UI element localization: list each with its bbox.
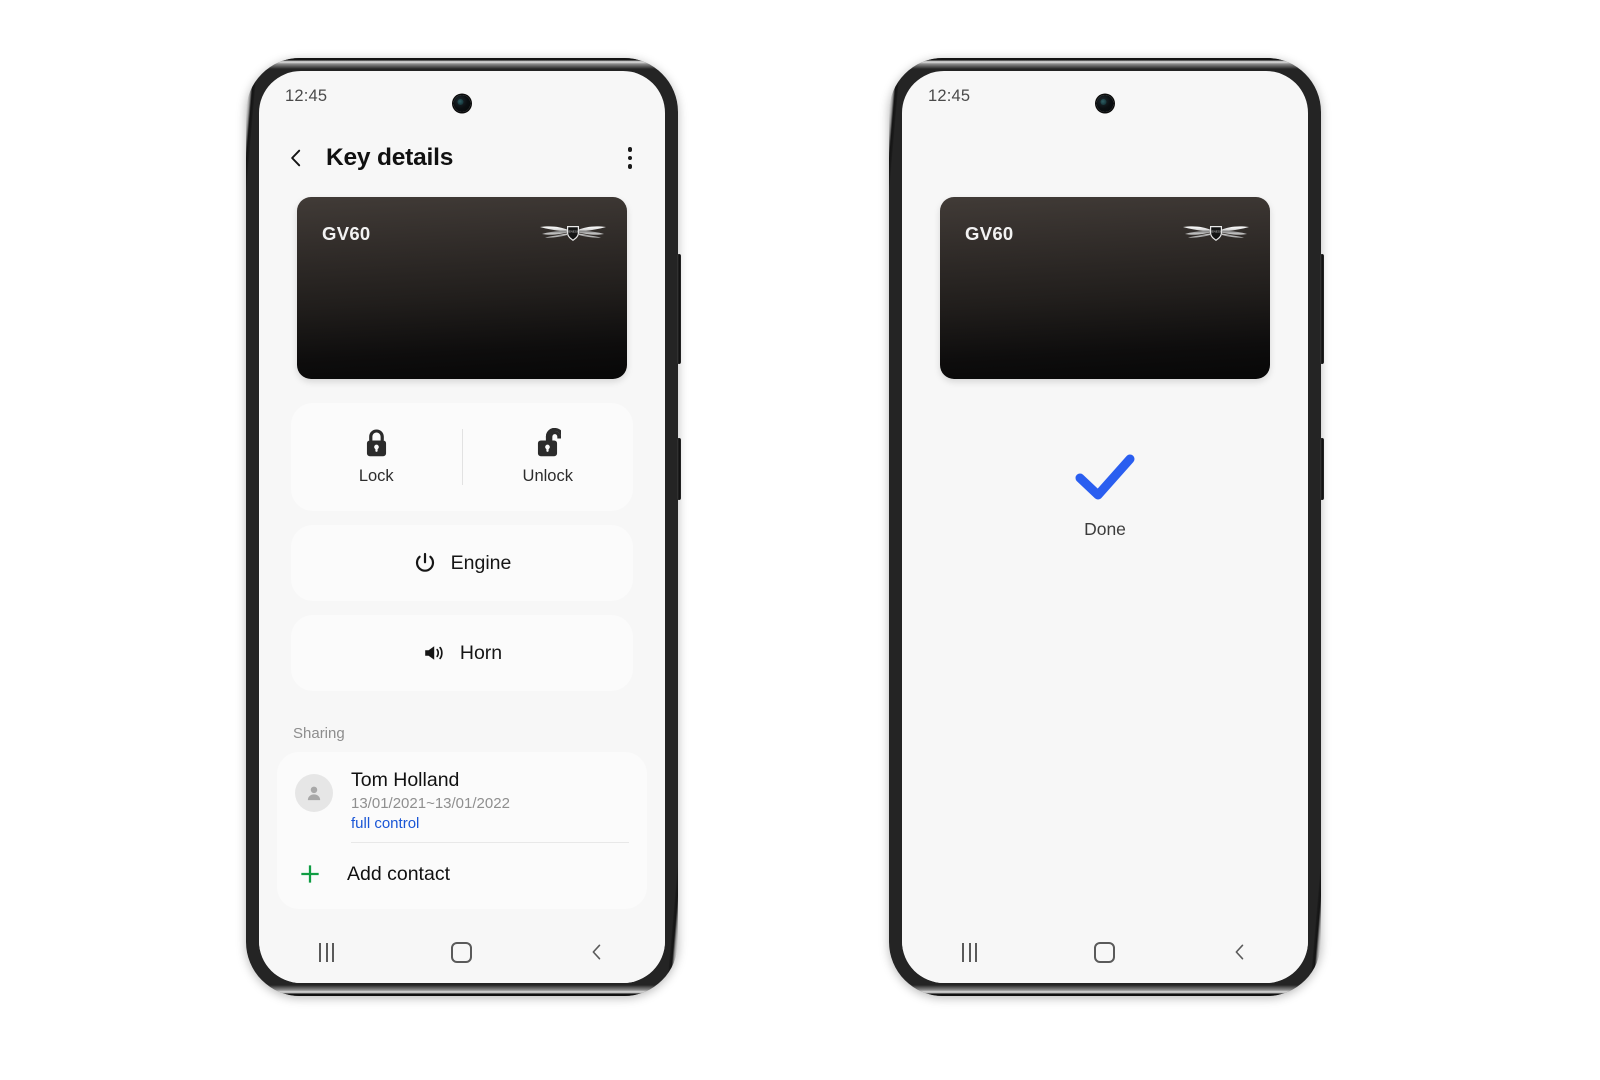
app-bar: Key details xyxy=(259,125,665,191)
front-camera-icon xyxy=(453,95,471,112)
unlock-button-label: Unlock xyxy=(522,467,573,485)
vehicle-key-card[interactable]: GV60 GENESIS xyxy=(297,197,627,379)
checkmark-icon xyxy=(1074,451,1136,503)
key-card-container: GV60 GENESIS xyxy=(259,191,665,379)
home-icon[interactable] xyxy=(427,930,497,974)
key-card-container: GV60 GENESIS xyxy=(902,191,1308,379)
lock-button[interactable]: Lock xyxy=(291,428,462,486)
front-camera-icon xyxy=(1096,95,1114,112)
engine-button[interactable]: Engine xyxy=(291,525,633,601)
app-bar-spacer xyxy=(902,125,1308,191)
more-vertical-icon[interactable] xyxy=(617,145,643,171)
volume-button-right-phone[interactable] xyxy=(1320,254,1324,364)
status-bar: 12:45 xyxy=(902,71,1308,125)
system-navigation-bar xyxy=(902,921,1308,983)
vehicle-key-card[interactable]: GV60 GENESIS xyxy=(940,197,1270,379)
vehicle-name: GV60 xyxy=(965,223,1014,244)
power-icon xyxy=(415,552,434,572)
lock-closed-icon xyxy=(366,429,386,457)
lock-open-icon xyxy=(538,428,562,457)
avatar xyxy=(295,774,333,812)
phone-device-right: 12:45 GV60 GENESIS Done xyxy=(889,58,1324,996)
status-bar: 12:45 xyxy=(259,71,665,125)
power-button-right-phone[interactable] xyxy=(1320,438,1324,500)
add-contact-button[interactable]: Add contact xyxy=(277,843,647,909)
horn-button[interactable]: Horn xyxy=(291,615,633,691)
screen-done: 12:45 GV60 GENESIS Done xyxy=(902,71,1308,983)
engine-button-label: Engine xyxy=(450,551,512,574)
system-navigation-bar xyxy=(259,921,665,983)
genesis-wings-emblem: GENESIS xyxy=(537,219,609,245)
result-label: Done xyxy=(1084,519,1126,539)
unlock-button[interactable]: Unlock xyxy=(463,428,634,486)
list-item[interactable]: Tom Holland 13/01/2021~13/01/2022 full c… xyxy=(277,752,647,844)
sharing-section-heading: Sharing xyxy=(293,725,345,742)
add-contact-label: Add contact xyxy=(347,862,450,885)
svg-text:GENESIS: GENESIS xyxy=(1209,230,1222,234)
contact-date-range: 13/01/2021~13/01/2022 xyxy=(351,795,510,813)
person-avatar-icon xyxy=(307,786,321,801)
svg-text:GENESIS: GENESIS xyxy=(566,230,579,234)
back-chevron-icon[interactable] xyxy=(1205,930,1275,974)
contact-permission-link[interactable]: full control xyxy=(351,815,629,832)
power-button-left-phone[interactable] xyxy=(677,438,681,500)
lock-controls-panel: Lock Unlock xyxy=(291,403,633,511)
recents-icon[interactable] xyxy=(292,930,362,974)
back-chevron-icon[interactable] xyxy=(562,930,632,974)
screenshot-stage: 12:45 Key details GV60 GENESIS Lock Unlo… xyxy=(0,0,1600,1080)
contact-name: Tom Holland xyxy=(351,769,460,791)
genesis-wings-emblem: GENESIS xyxy=(1180,219,1252,245)
volume-button-left-phone[interactable] xyxy=(677,254,681,364)
recents-icon[interactable] xyxy=(935,930,1005,974)
chevron-left-icon[interactable] xyxy=(283,145,309,171)
plus-icon xyxy=(295,859,325,889)
vehicle-name: GV60 xyxy=(322,223,371,244)
phone-device-left: 12:45 Key details GV60 GENESIS Lock Unlo… xyxy=(246,58,681,996)
lock-button-label: Lock xyxy=(358,467,394,485)
status-bar-clock: 12:45 xyxy=(285,87,328,105)
page-title: Key details xyxy=(326,144,454,171)
contact-info: Tom Holland 13/01/2021~13/01/2022 full c… xyxy=(351,768,629,844)
horn-speaker-icon xyxy=(425,646,443,660)
screen-key-details: 12:45 Key details GV60 GENESIS Lock Unlo… xyxy=(259,71,665,983)
result-status: Done xyxy=(902,451,1308,540)
horn-button-label: Horn xyxy=(459,641,503,664)
home-icon[interactable] xyxy=(1070,930,1140,974)
sharing-panel: Tom Holland 13/01/2021~13/01/2022 full c… xyxy=(277,752,647,910)
status-bar-clock: 12:45 xyxy=(928,87,971,105)
